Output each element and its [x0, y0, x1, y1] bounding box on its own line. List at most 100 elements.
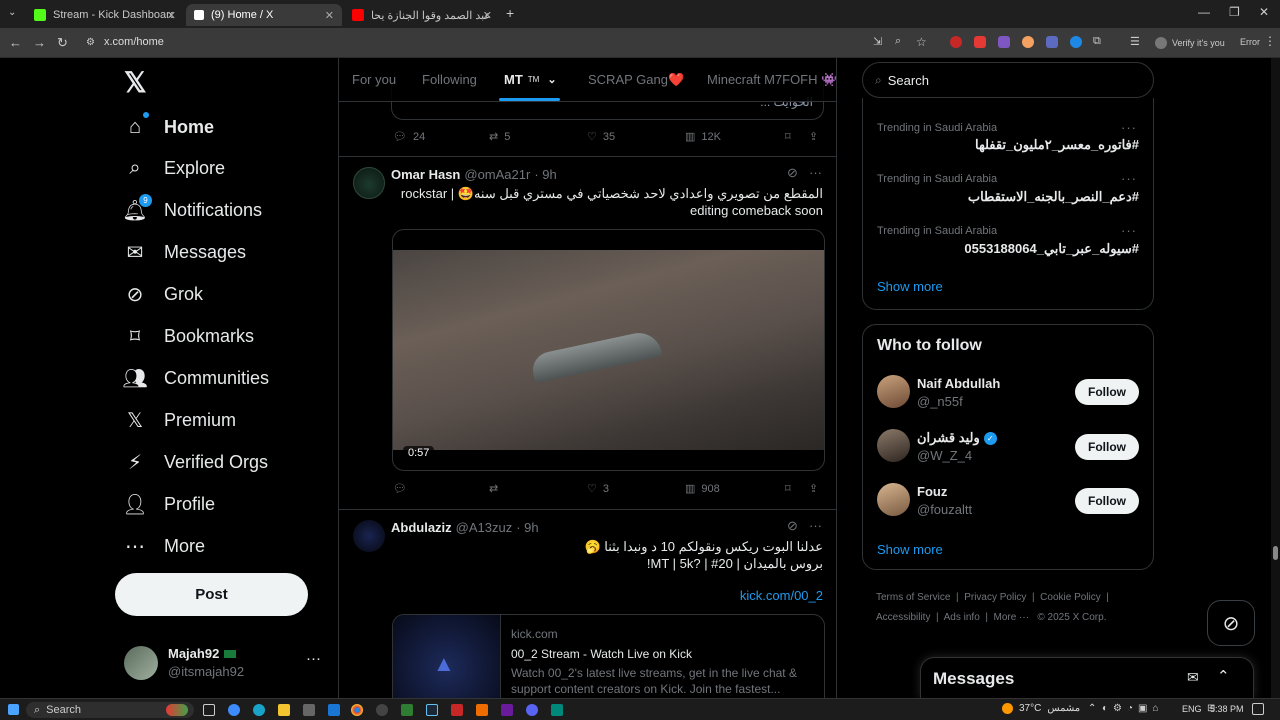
show-hidden-icons-icon[interactable]: ⌃ [1088, 703, 1096, 714]
task-view-icon[interactable] [203, 704, 215, 716]
star-icon[interactable]: ☆ [916, 35, 927, 49]
trends-show-more[interactable]: Show more [877, 279, 943, 294]
trend-tag[interactable]: #فاتوره_معسر_٢مليون_تقفلها [975, 137, 1139, 153]
weather-widget[interactable]: 37°C مشمس [1002, 703, 1080, 714]
post-button[interactable]: Post [115, 573, 308, 616]
x-logo-icon[interactable]: 𝕏 [124, 66, 147, 99]
account-switcher[interactable]: Majah92 @itsmajah92 ··· [122, 644, 328, 684]
page-scrollbar[interactable] [1271, 58, 1280, 698]
tweet-time[interactable]: · 9h [516, 520, 538, 535]
tab-youtube[interactable]: عبد الصمد وقوا الجنازة يحاولون ✕ [344, 4, 500, 26]
copilot-icon[interactable] [228, 704, 240, 716]
tweet-author-handle[interactable]: @omAa21r [464, 167, 530, 182]
app-icon[interactable] [328, 704, 340, 716]
close-tab-icon[interactable]: ✕ [167, 9, 176, 22]
tweet[interactable]: Abdulaziz @A13zuz · 9h ⊘ ··· عدلنا البوت… [339, 510, 836, 698]
reply-button[interactable]: 💬︎ 24 [393, 130, 425, 144]
more-dots-icon[interactable]: ··· [809, 518, 822, 533]
more-dots-icon[interactable]: ··· [809, 165, 822, 180]
reading-list-icon[interactable]: ☰ [1130, 35, 1140, 48]
follow-button[interactable]: Follow [1075, 434, 1139, 460]
share-button[interactable]: ⇪ [809, 482, 818, 495]
extensions-puzzle-icon[interactable]: ⧉ [1093, 35, 1101, 48]
tweet[interactable]: Omar Hasn @omAa21r · 9h ⊘ ··· المقطع من … [339, 157, 836, 509]
suggested-user-name[interactable]: Fouz [917, 484, 947, 499]
scrollbar-thumb[interactable] [1273, 546, 1278, 560]
grok-float-button[interactable]: ⊘ [1207, 600, 1255, 646]
footer-link[interactable]: Privacy Policy [964, 592, 1026, 603]
taskbar-search[interactable]: ⌕ Search [26, 702, 194, 718]
avatar[interactable] [353, 520, 385, 552]
extension-icon[interactable] [1022, 36, 1034, 48]
close-tab-icon[interactable]: ✕ [325, 9, 334, 22]
suggested-user-name[interactable]: وليد قشران [917, 430, 980, 446]
like-button[interactable]: ♡ 35 [587, 130, 615, 144]
bookmark-button[interactable]: ⌑ [785, 130, 791, 143]
tray-icons[interactable]: ◐⚙◔▣⌂ [1102, 703, 1164, 714]
expand-chevron-icon[interactable]: ⌃ [1217, 667, 1230, 685]
show-desktop-icon[interactable] [1252, 703, 1264, 715]
nav-item-grok[interactable]: ⊘ Grok [122, 275, 203, 315]
tab-list-icon[interactable]: ⌄ [8, 7, 16, 18]
avatar[interactable] [877, 429, 910, 462]
tab-scrap-gang[interactable]: SCRAP Gang❤️ [588, 72, 684, 88]
zoom-icon[interactable]: ⌕ [895, 35, 901, 48]
trend-tag[interactable]: #سيوله_عبر_تابي_0553188064 [964, 241, 1139, 257]
extension-icon[interactable] [1046, 36, 1058, 48]
nav-item-messages[interactable]: ✉ Messages [122, 233, 246, 273]
browser-menu-icon[interactable]: ⋮ [1264, 34, 1276, 48]
profile-chip[interactable]: Verify it's you [1155, 34, 1225, 52]
nav-item-communities[interactable]: 👥︎ Communities [122, 358, 269, 398]
forward-icon[interactable]: → [33, 35, 46, 50]
minimize-icon[interactable]: — [1198, 5, 1210, 19]
extension-icon[interactable] [974, 36, 986, 48]
nav-item-profile[interactable]: 👤︎ Profile [122, 484, 215, 524]
more-dots-icon[interactable]: ··· [306, 650, 321, 667]
footer-link[interactable]: Terms of Service [876, 592, 950, 603]
views-button[interactable]: ▥ 12K [685, 130, 721, 144]
tweet-author-name[interactable]: Omar Hasn [391, 167, 460, 182]
close-tab-icon[interactable]: ✕ [483, 9, 492, 22]
more-dots-icon[interactable]: ··· [1121, 120, 1137, 135]
tab-for-you[interactable]: For you [352, 72, 396, 87]
avatar[interactable] [353, 167, 385, 199]
views-button[interactable]: ▥ 908 [685, 482, 720, 496]
trend-tag[interactable]: #دعم_النصر_بالجنه_الاستقطاب [968, 189, 1139, 205]
steam-icon[interactable] [426, 704, 438, 716]
extension-icon[interactable] [998, 36, 1010, 48]
app-icon[interactable] [501, 704, 513, 716]
repost-button[interactable]: ⇄ 5 [489, 130, 510, 144]
new-tab-icon[interactable]: + [506, 5, 514, 21]
nav-item-home[interactable]: ⌂ Home [122, 107, 214, 147]
tab-x-home[interactable]: (9) Home / X ✕ [186, 4, 342, 26]
link-card[interactable]: ▲ kick.com 00_2 Stream - Watch Live on K… [392, 614, 825, 698]
clock[interactable]: 5:38 PM [1210, 704, 1244, 714]
footer-link[interactable]: Cookie Policy [1040, 592, 1101, 603]
tweet-link[interactable]: kick.com/00_2 [740, 588, 823, 603]
grok-icon[interactable]: ⊘ [787, 518, 798, 534]
footer-link[interactable]: Accessibility [876, 612, 930, 623]
back-icon[interactable]: ← [9, 35, 22, 50]
extension-icon[interactable] [950, 36, 962, 48]
tab-following[interactable]: Following [422, 72, 477, 87]
footer-link[interactable]: Ads info [944, 612, 980, 623]
app-icon[interactable] [551, 704, 563, 716]
error-chip[interactable]: Error [1240, 37, 1260, 47]
follow-button[interactable]: Follow [1075, 488, 1139, 514]
site-info-icon[interactable]: ⚙ [86, 37, 95, 48]
bookmark-button[interactable]: ⌑ [785, 482, 791, 495]
tweet-time[interactable]: · 9h [534, 167, 556, 182]
avatar[interactable] [877, 375, 910, 408]
app-icon[interactable] [476, 704, 488, 716]
more-dots-icon[interactable]: ··· [1121, 171, 1137, 186]
more-dots-icon[interactable]: ··· [1121, 223, 1137, 238]
nav-item-bookmarks[interactable]: ⌑ Bookmarks [122, 317, 254, 357]
nav-item-verified-orgs[interactable]: ⚡︎ Verified Orgs [122, 442, 268, 482]
app-icon[interactable] [451, 704, 463, 716]
like-button[interactable]: ♡ 3 [587, 482, 609, 496]
install-app-icon[interactable]: ⇲ [873, 35, 882, 48]
edge-icon[interactable] [253, 704, 265, 716]
nav-item-explore[interactable]: ⌕ Explore [122, 149, 225, 189]
discord-icon[interactable] [526, 704, 538, 716]
tweet-author-handle[interactable]: @A13zuz [456, 520, 513, 535]
